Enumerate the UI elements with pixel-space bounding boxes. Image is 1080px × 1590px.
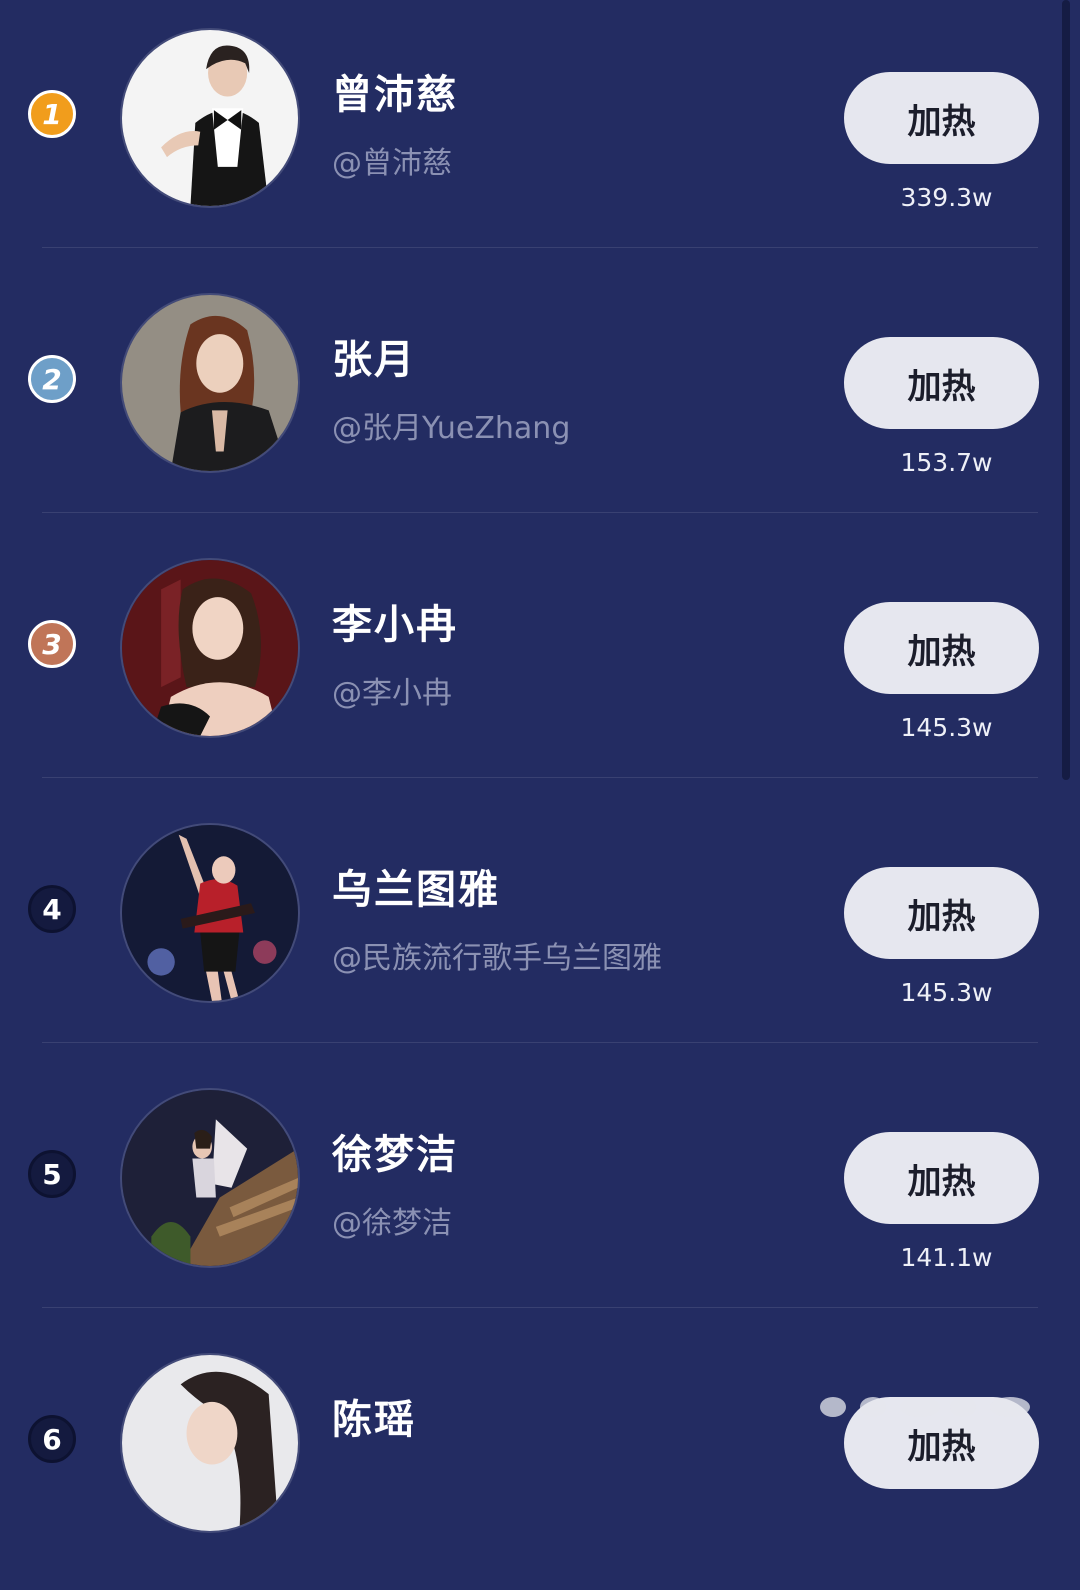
row-divider: [42, 1307, 1038, 1308]
heat-button[interactable]: 加热: [844, 1132, 1039, 1224]
rank-badge-silver: 2: [28, 355, 76, 403]
user-name: 李小冉: [332, 602, 458, 648]
rank-badge: 5: [28, 1150, 76, 1198]
heat-button[interactable]: 加热: [844, 72, 1039, 164]
user-handle[interactable]: @曾沛慈: [332, 138, 452, 182]
rank-badge-bronze: 3: [28, 620, 76, 668]
avatar[interactable]: [120, 823, 300, 1003]
heat-button[interactable]: 加热: [844, 867, 1039, 959]
heat-score: 141.1w: [900, 1243, 993, 1272]
user-name: 徐梦洁: [332, 1132, 458, 1178]
avatar-photo: [122, 30, 298, 206]
rank-badge: 6: [28, 1415, 76, 1463]
user-name: 乌兰图雅: [332, 867, 500, 913]
ranking-row[interactable]: 3 李小冉 @李小冉 加热 145.3w: [0, 530, 1080, 795]
avatar[interactable]: [120, 293, 300, 473]
row-divider: [42, 1042, 1038, 1043]
rank-badge: 4: [28, 885, 76, 933]
user-handle[interactable]: @张月YueZhang: [332, 403, 570, 447]
heat-score: 145.3w: [900, 978, 993, 1007]
avatar-photo: [122, 295, 298, 471]
row-divider: [42, 247, 1038, 248]
ranking-row[interactable]: 6 陈瑶 加热: [0, 1325, 1080, 1590]
ranking-row[interactable]: 2 张月 @张月YueZhang 加热 153.7w: [0, 265, 1080, 530]
avatar[interactable]: [120, 1088, 300, 1268]
ranking-row[interactable]: 4 乌兰图雅 @民族流行歌手乌兰图雅 加热 145.3w: [0, 795, 1080, 1060]
ranking-row[interactable]: 5 徐梦洁 @徐梦洁 加热 141.1w: [0, 1060, 1080, 1325]
rank-badge-gold: 1: [28, 90, 76, 138]
watermark: [820, 1385, 1060, 1430]
user-name: 曾沛慈: [332, 72, 458, 118]
user-name: 张月: [332, 337, 416, 383]
heat-button[interactable]: 加热: [844, 602, 1039, 694]
heat-score: 339.3w: [900, 183, 993, 212]
avatar[interactable]: [120, 28, 300, 208]
avatar-photo: [122, 1355, 298, 1531]
heat-score: 145.3w: [900, 713, 993, 742]
avatar[interactable]: [120, 1353, 300, 1533]
row-divider: [42, 512, 1038, 513]
heat-score: 153.7w: [900, 448, 993, 477]
user-handle[interactable]: @徐梦洁: [332, 1198, 452, 1242]
avatar-photo: [122, 560, 298, 736]
user-handle[interactable]: @李小冉: [332, 668, 452, 712]
ranking-row[interactable]: 1 曾沛慈 @曾沛慈 加热 339.3w: [0, 0, 1080, 265]
user-name: 陈瑶: [332, 1397, 416, 1443]
row-divider: [42, 777, 1038, 778]
user-handle[interactable]: @民族流行歌手乌兰图雅: [332, 933, 662, 977]
avatar-photo: [122, 825, 298, 1001]
heat-button[interactable]: 加热: [844, 337, 1039, 429]
avatar[interactable]: [120, 558, 300, 738]
avatar-photo: [122, 1090, 298, 1266]
